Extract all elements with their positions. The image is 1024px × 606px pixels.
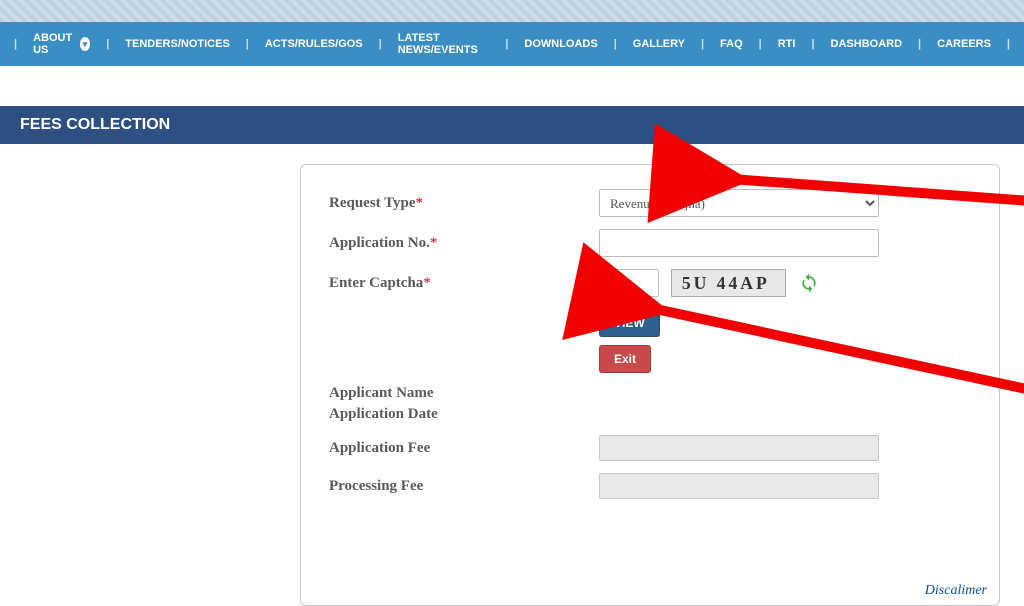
processing-fee-value bbox=[599, 473, 879, 499]
nav-rti[interactable]: RTI bbox=[768, 32, 806, 56]
nav-separator: | bbox=[608, 38, 623, 50]
captcha-image bbox=[671, 269, 786, 297]
nav-separator: | bbox=[753, 38, 768, 50]
processing-fee-label: Processing Fee bbox=[329, 478, 599, 495]
nav-news[interactable]: LATEST NEWS/EVENTS bbox=[388, 26, 500, 62]
fees-collection-form: Request Type* Revenue (Khajna) Applicati… bbox=[300, 164, 1000, 606]
nav-about-us[interactable]: ABOUT US ▾ bbox=[23, 26, 100, 62]
exit-button[interactable]: Exit bbox=[599, 345, 651, 373]
refresh-captcha-icon[interactable] bbox=[798, 272, 820, 294]
nav-label: FAQ bbox=[720, 38, 743, 50]
nav-label: RTI bbox=[778, 38, 796, 50]
request-type-select[interactable]: Revenue (Khajna) bbox=[599, 189, 879, 217]
nav-label: CAREERS bbox=[937, 38, 991, 50]
request-type-label: Request Type* bbox=[329, 195, 599, 212]
application-no-input[interactable] bbox=[599, 229, 879, 257]
nav-separator: | bbox=[373, 38, 388, 50]
nav-edge-left: | bbox=[8, 38, 23, 50]
chevron-down-icon: ▾ bbox=[80, 37, 90, 51]
application-fee-label: Application Fee bbox=[329, 440, 599, 457]
header-texture bbox=[0, 0, 1024, 22]
view-button[interactable]: VIEW bbox=[599, 309, 660, 337]
nav-separator: | bbox=[100, 38, 115, 50]
nav-edge-right: | bbox=[1001, 38, 1016, 50]
captcha-label: Enter Captcha* bbox=[329, 275, 599, 292]
nav-label: DASHBOARD bbox=[831, 38, 903, 50]
nav-faq[interactable]: FAQ bbox=[710, 32, 753, 56]
main-nav: | ABOUT US ▾ | TENDERS/NOTICES | ACTS/RU… bbox=[0, 22, 1024, 66]
nav-separator: | bbox=[912, 38, 927, 50]
nav-label: TENDERS/NOTICES bbox=[125, 38, 230, 50]
nav-dashboard[interactable]: DASHBOARD bbox=[821, 32, 913, 56]
captcha-input[interactable] bbox=[599, 269, 659, 297]
application-no-label: Application No.* bbox=[329, 235, 599, 252]
nav-label: ACTS/RULES/GOS bbox=[265, 38, 363, 50]
nav-label: LATEST NEWS/EVENTS bbox=[398, 32, 490, 56]
application-date-label: Application Date bbox=[329, 406, 599, 423]
nav-label: DOWNLOADS bbox=[524, 38, 597, 50]
nav-label: ABOUT US bbox=[33, 32, 76, 56]
application-fee-value bbox=[599, 435, 879, 461]
nav-separator: | bbox=[499, 38, 514, 50]
disclaimer-link[interactable]: Discalimer bbox=[925, 583, 987, 599]
nav-label: GALLERY bbox=[633, 38, 685, 50]
nav-separator: | bbox=[805, 38, 820, 50]
nav-careers[interactable]: CAREERS bbox=[927, 32, 1001, 56]
applicant-name-label: Applicant Name bbox=[329, 385, 599, 402]
nav-acts[interactable]: ACTS/RULES/GOS bbox=[255, 32, 373, 56]
nav-tenders[interactable]: TENDERS/NOTICES bbox=[115, 32, 240, 56]
nav-downloads[interactable]: DOWNLOADS bbox=[514, 32, 607, 56]
page-title: FEES COLLECTION bbox=[0, 106, 1024, 144]
nav-separator: | bbox=[695, 38, 710, 50]
nav-gallery[interactable]: GALLERY bbox=[623, 32, 695, 56]
nav-separator: | bbox=[240, 38, 255, 50]
